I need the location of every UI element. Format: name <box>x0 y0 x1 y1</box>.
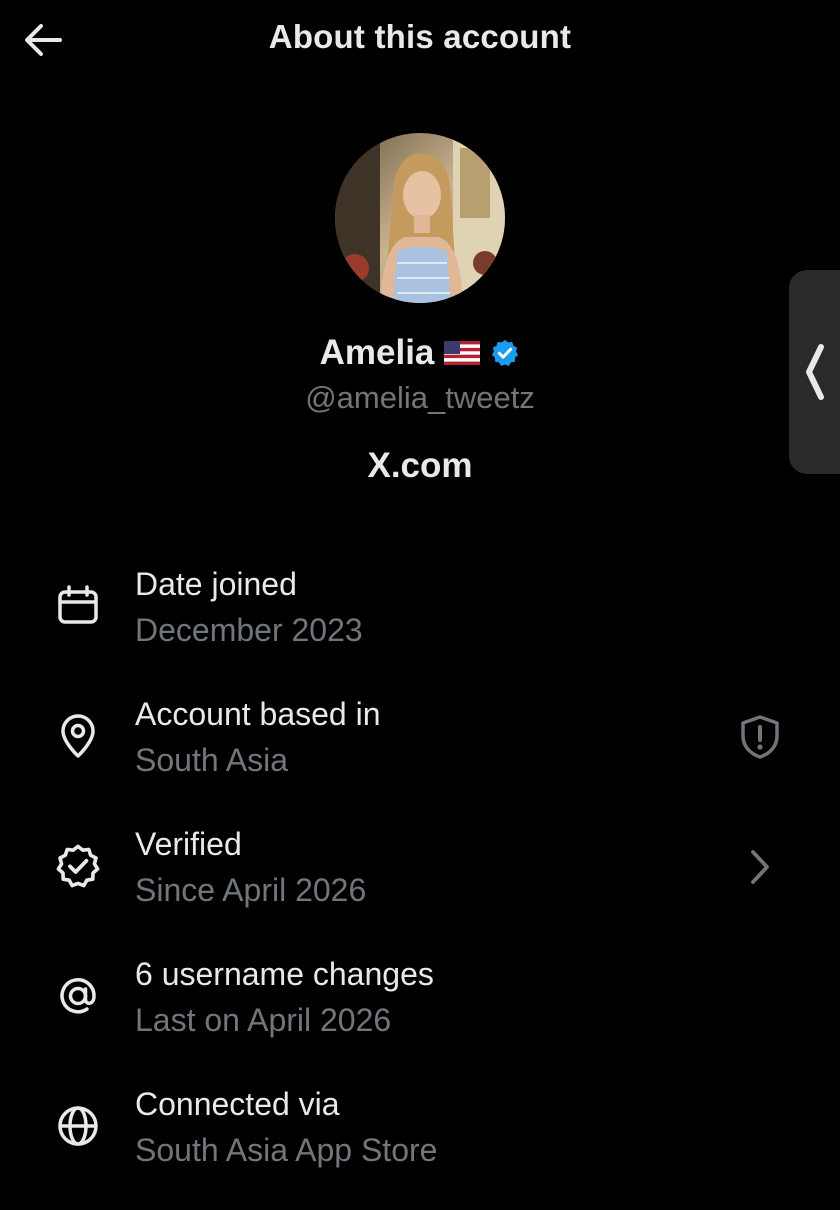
row-title: Verified <box>135 826 242 862</box>
connected-via-row: Connected via South Asia App Store <box>0 1080 840 1210</box>
location-pin-icon <box>61 714 95 758</box>
us-flag-icon <box>444 341 481 365</box>
username-handle: @amelia_tweetz <box>305 380 535 415</box>
website-link[interactable]: X.com <box>0 446 840 486</box>
date-joined-row: Date joined December 2023 <box>0 560 840 690</box>
display-name: Amelia <box>319 333 435 372</box>
side-panel-handle[interactable] <box>789 270 840 474</box>
row-title: Date joined <box>135 566 297 602</box>
calendar-icon <box>58 585 98 624</box>
avatar[interactable] <box>335 133 505 303</box>
row-title: Connected via <box>135 1086 340 1122</box>
username-changes-row: 6 username changes Last on April 2026 <box>0 950 840 1080</box>
shield-alert-icon <box>741 715 779 759</box>
row-subtitle: Since April 2026 <box>135 872 367 908</box>
chevron-right-icon <box>751 850 769 884</box>
top-bar: About this account <box>0 0 840 80</box>
account-info-list: Date joined December 2023 Account based … <box>0 560 840 1210</box>
page-title: About this account <box>268 18 572 55</box>
verified-details-button[interactable] <box>735 842 785 892</box>
chevron-left-icon <box>806 344 824 400</box>
at-sign-icon <box>60 978 96 1014</box>
row-subtitle: December 2023 <box>135 612 363 648</box>
location-info-button[interactable] <box>735 712 785 762</box>
row-subtitle: South Asia App Store <box>135 1132 438 1168</box>
row-title: 6 username changes <box>135 956 434 992</box>
account-based-in-row: Account based in South Asia <box>0 690 840 820</box>
globe-icon <box>58 1106 98 1146</box>
profile-name-row: Amelia <box>0 330 840 376</box>
verified-check-icon <box>492 339 519 366</box>
verified-row[interactable]: Verified Since April 2026 <box>0 820 840 950</box>
verified-badge-icon <box>56 844 100 888</box>
row-title: Account based in <box>135 696 381 732</box>
row-subtitle: Last on April 2026 <box>135 1002 392 1038</box>
row-subtitle: South Asia <box>135 742 288 778</box>
